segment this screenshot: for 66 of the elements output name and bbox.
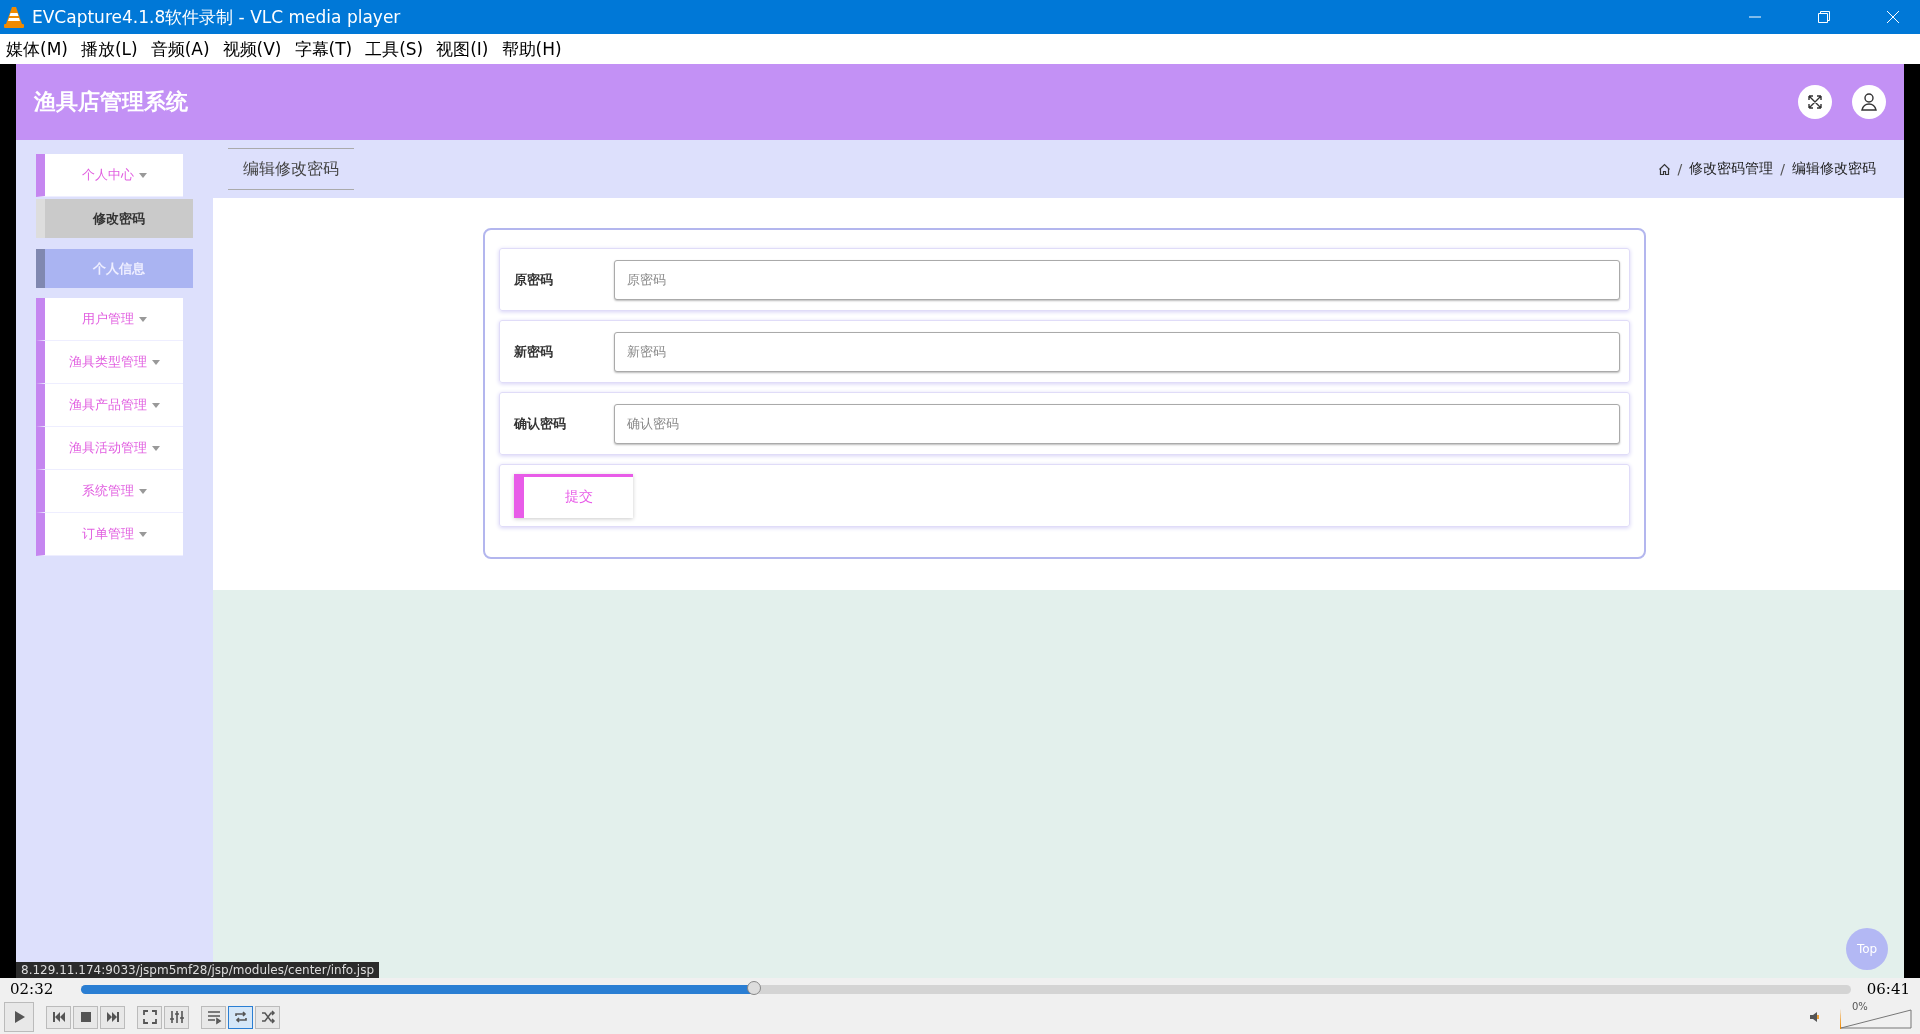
close-icon[interactable] bbox=[1886, 10, 1900, 24]
caret-icon bbox=[151, 402, 160, 408]
skip-forward-icon bbox=[104, 1009, 121, 1025]
fullscreen-button[interactable] bbox=[137, 1005, 162, 1029]
breadcrumb-separator: / bbox=[1779, 161, 1786, 177]
input-field[interactable]: 新密码 bbox=[614, 331, 1620, 372]
elapsed-time: 02:32 bbox=[10, 980, 54, 998]
volume-reading: 0% bbox=[1852, 1001, 1868, 1012]
menu-item[interactable]: 音频(A) bbox=[150, 37, 210, 61]
next-button[interactable] bbox=[100, 1005, 125, 1029]
menu-item[interactable]: 播放(L) bbox=[80, 37, 138, 61]
breadcrumb-item[interactable]: 修改密码管理 bbox=[1689, 160, 1774, 178]
loop-button[interactable] bbox=[228, 1005, 253, 1029]
random-button[interactable] bbox=[255, 1005, 280, 1029]
playlist-button[interactable] bbox=[201, 1005, 226, 1029]
app-title: 渔具店管理系统 bbox=[34, 88, 188, 116]
playlist-icon bbox=[205, 1009, 222, 1025]
home-icon[interactable] bbox=[1657, 162, 1671, 176]
caret-icon bbox=[138, 172, 147, 178]
fullscreen-icon bbox=[141, 1009, 158, 1025]
speaker-icon[interactable] bbox=[1810, 1011, 1820, 1023]
field-label: 确认密码 bbox=[514, 414, 567, 433]
total-time: 06:41 bbox=[1866, 980, 1910, 998]
input-field[interactable]: 原密码 bbox=[614, 259, 1620, 300]
caret-icon bbox=[151, 445, 160, 451]
sidebar-label: 渔具活动管理 bbox=[68, 439, 147, 457]
sidebar-label: 用户管理 bbox=[81, 310, 134, 328]
restore-icon[interactable] bbox=[1817, 10, 1831, 24]
window-title: EVCapture4.1.8软件录制 - VLC media player bbox=[32, 5, 401, 29]
traffic-cone-icon bbox=[4, 6, 24, 28]
menu-item[interactable]: 字幕(T) bbox=[294, 37, 353, 61]
field-label: 新密码 bbox=[514, 342, 554, 361]
status-url: 8.129.11.174:9033/jspm5mf28/jsp/modules/center/info.jsp bbox=[16, 962, 379, 978]
page-tab[interactable]: 编辑修改密码 bbox=[228, 148, 354, 190]
loop-icon bbox=[232, 1009, 249, 1025]
menu-item[interactable]: 媒体(M) bbox=[6, 37, 68, 61]
extended-button[interactable] bbox=[164, 1005, 189, 1029]
caret-icon bbox=[138, 316, 147, 322]
menu-item[interactable]: 视频(V) bbox=[222, 37, 282, 61]
sidebar-label: 订单管理 bbox=[81, 525, 134, 543]
submenu-item[interactable]: 修改密码 bbox=[36, 199, 193, 238]
breadcrumb-item[interactable]: 编辑修改密码 bbox=[1792, 160, 1876, 178]
menu-item[interactable]: 视图(I) bbox=[436, 37, 489, 61]
menu-item[interactable]: 帮助(H) bbox=[501, 37, 562, 61]
prev-button[interactable] bbox=[46, 1005, 71, 1029]
seek-bar[interactable] bbox=[81, 984, 1851, 994]
user-icon[interactable] bbox=[1852, 85, 1886, 119]
equalizer-icon bbox=[168, 1009, 185, 1025]
caret-icon bbox=[151, 359, 160, 365]
input-field[interactable]: 确认密码 bbox=[614, 403, 1620, 444]
shuffle-icon bbox=[259, 1009, 276, 1025]
breadcrumb-separator: / bbox=[1676, 161, 1684, 177]
field-label: 原密码 bbox=[514, 270, 554, 289]
seek-handle[interactable] bbox=[746, 980, 761, 995]
caret-icon bbox=[138, 531, 147, 537]
sidebar-label: 系统管理 bbox=[81, 482, 134, 500]
sidebar-label: 渔具产品管理 bbox=[68, 396, 147, 414]
stop-button[interactable] bbox=[73, 1005, 98, 1029]
volume-slider[interactable] bbox=[1840, 1009, 1912, 1029]
skip-back-icon bbox=[50, 1009, 67, 1025]
play-button[interactable] bbox=[4, 1002, 34, 1032]
caret-icon bbox=[138, 488, 147, 494]
sidebar-label: 个人中心 bbox=[81, 166, 134, 184]
sidebar-label: 渔具类型管理 bbox=[68, 353, 147, 371]
fullscreen-icon[interactable] bbox=[1798, 85, 1832, 119]
menu-item[interactable]: 工具(S) bbox=[365, 37, 424, 61]
